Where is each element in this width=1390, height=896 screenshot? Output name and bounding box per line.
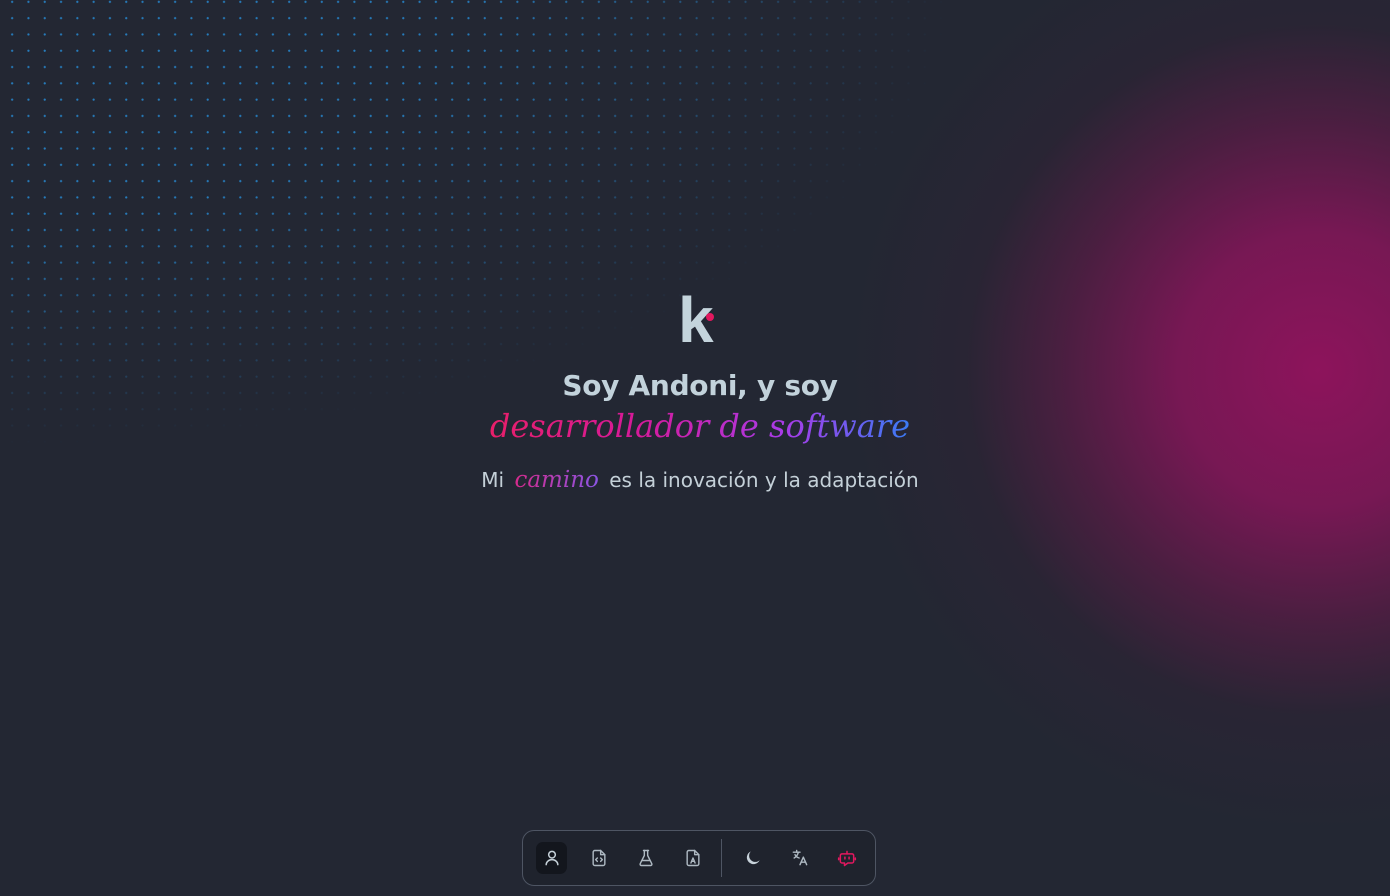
dock-chatbot-button[interactable]	[832, 842, 863, 874]
dock-separator	[721, 839, 722, 877]
dock-projects-button[interactable]	[583, 842, 614, 874]
tagline-prefix: Mi	[481, 468, 505, 492]
hero-role: desarrollador de software	[0, 404, 1390, 448]
dot-grid-pattern	[0, 0, 1100, 620]
hero-headline: Soy Andoni, y soy	[562, 369, 838, 402]
tagline-suffix: es la inovación y la adaptación	[609, 468, 919, 492]
chat-bot-icon	[838, 850, 857, 867]
hero-role-text: desarrollador de software	[489, 407, 911, 445]
user-icon	[544, 850, 559, 866]
flask-icon	[638, 849, 653, 867]
dock-language-toggle[interactable]	[785, 842, 816, 874]
resume-file-icon	[685, 849, 700, 867]
logo-dot	[706, 313, 714, 321]
bottom-dock	[522, 830, 876, 886]
brand-logo[interactable]: k	[678, 288, 722, 354]
code-file-icon	[591, 849, 606, 867]
dock-resume-button[interactable]	[677, 842, 708, 874]
dock-about-button[interactable]	[536, 842, 567, 874]
translate-icon	[793, 849, 808, 866]
tagline-accent: camino	[514, 467, 599, 493]
dock-theme-toggle[interactable]	[738, 842, 769, 874]
moon-icon	[747, 851, 761, 865]
dock-lab-button[interactable]	[630, 842, 661, 874]
hero-tagline: Mi camino es la inovación y la adaptació…	[0, 466, 1390, 494]
page: k Soy Andoni, y soy desarrollador de sof…	[0, 0, 1390, 896]
